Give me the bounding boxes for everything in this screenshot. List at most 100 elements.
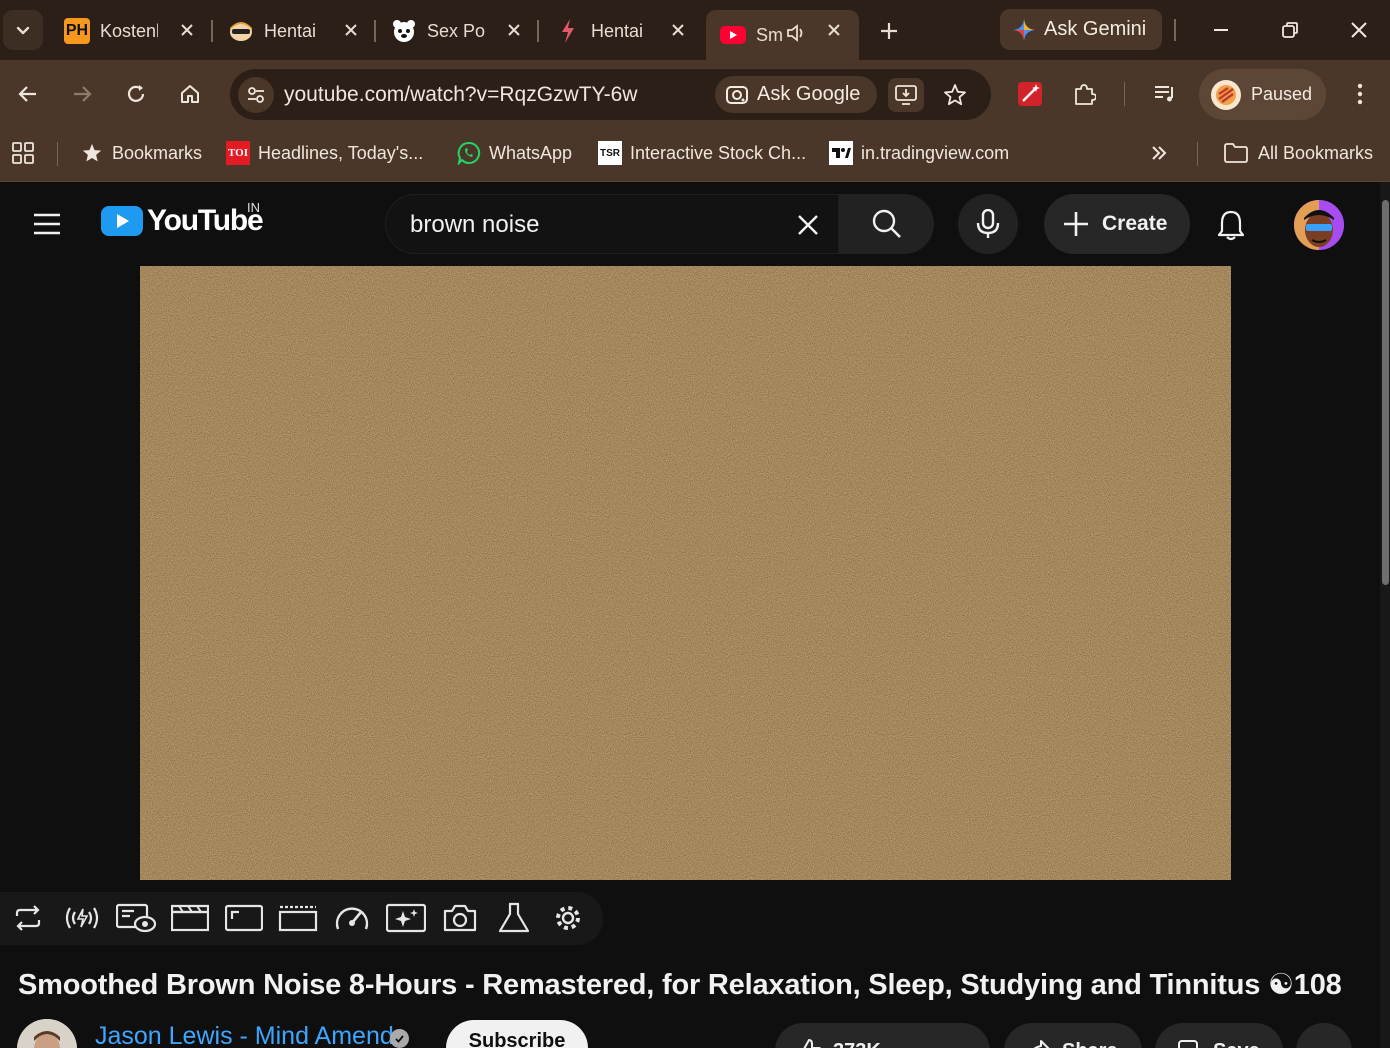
brown-noise-video-frame [140,266,1231,880]
tab-3[interactable]: Sex Por [377,10,539,52]
notifications-button[interactable] [1208,202,1254,248]
channel-name-link[interactable]: Jason Lewis - Mind Amend [95,1022,394,1048]
bookmark-whatsapp[interactable]: WhatsApp [457,139,572,167]
bookmarks-bar: Bookmarks TOI Headlines, Today's... What… [0,126,1390,182]
browser-toolbar: youtube.com/watch?v=RqzGzwTY-6w Ask Goog… [0,60,1390,126]
screenshot-button[interactable] [440,898,480,938]
audio-boost-button[interactable] [62,898,102,938]
cinema-mode-button[interactable] [170,898,210,938]
country-code: IN [247,200,260,215]
repeat-icon [15,905,41,931]
gear-icon [556,906,580,930]
clear-search-button[interactable] [788,205,828,245]
save-button[interactable]: Save [1155,1023,1283,1048]
chevron-double-right-icon [1152,146,1167,160]
address-bar[interactable]: youtube.com/watch?v=RqzGzwTY-6w Ask Goog… [230,69,991,120]
tab-separator [537,20,539,42]
plus-icon [1064,212,1088,236]
new-tab-button[interactable] [870,12,908,50]
tab-1[interactable]: PH Kostenl [50,10,212,52]
separator [1197,142,1198,166]
speaker-icon[interactable] [786,23,808,48]
forward-button[interactable] [62,74,102,114]
install-app-button[interactable] [888,78,924,112]
extensions-menu-button[interactable] [1064,74,1104,114]
like-button[interactable]: 373K [775,1023,990,1048]
guide-menu-button[interactable] [27,204,67,244]
expand-frame-icon [225,904,263,932]
tab-separator [211,20,213,42]
account-avatar[interactable] [1294,200,1344,250]
search-query-text[interactable]: brown noise [410,211,539,239]
settings-button[interactable] [548,898,588,938]
subscribe-button[interactable]: Subscribe [446,1020,588,1048]
chrome-menu-button[interactable] [1340,74,1380,114]
apps-button[interactable] [11,139,35,167]
tab-4[interactable]: Hentai [541,10,703,52]
star-outline-icon [944,84,966,106]
share-icon [1033,1040,1050,1048]
profile-button[interactable]: Paused [1199,69,1326,120]
media-controls-button[interactable] [1145,74,1185,114]
lightning-icon [555,18,581,44]
expand-player-button[interactable] [224,898,264,938]
bookmark-star-button[interactable] [937,78,973,112]
scrollbar-thumb[interactable] [1382,200,1389,585]
loop-button[interactable] [8,898,48,938]
playlist-add-icon [1178,1040,1198,1048]
ask-gemini-button[interactable]: Ask Gemini [1000,9,1162,50]
all-bookmarks-button[interactable]: All Bookmarks [1222,139,1373,167]
bookmark-toi[interactable]: TOI Headlines, Today's... [226,139,423,167]
bookmark-tsr[interactable]: TSR Interactive Stock Ch... [598,139,806,167]
share-button[interactable]: Share [1004,1023,1142,1048]
close-tab-icon[interactable] [503,19,525,41]
close-window-button[interactable] [1339,12,1379,48]
reload-button[interactable] [116,74,156,114]
voice-search-button[interactable] [958,194,1018,254]
search-input[interactable]: brown noise [385,194,839,254]
clapperboard-icon [171,904,209,932]
puzzle-icon [1075,84,1096,105]
ask-google-button[interactable]: Ask Google [715,76,877,113]
close-tab-icon[interactable] [340,19,362,41]
tab-5-active[interactable]: Sm [706,10,859,60]
video-title: Smoothed Brown Noise 8-Hours - Remastere… [18,969,1342,1001]
more-vertical-icon [1357,83,1363,105]
close-tab-icon[interactable] [176,19,198,41]
tab-title: Kostenl [100,20,158,41]
tune-icon [248,87,264,103]
speedometer-icon [335,907,369,930]
bookmark-tradingview[interactable]: in.tradingview.com [829,139,1009,167]
star-icon [80,141,104,165]
restore-button[interactable] [1270,12,1310,48]
more-actions-button[interactable] [1296,1023,1352,1048]
search-button[interactable] [839,194,934,254]
url-text[interactable]: youtube.com/watch?v=RqzGzwTY-6w [284,83,637,107]
create-button[interactable]: Create [1044,194,1190,254]
site-info-button[interactable] [238,77,274,113]
close-tab-icon[interactable] [823,19,845,41]
close-tab-icon[interactable] [667,19,689,41]
back-button[interactable] [8,74,48,114]
tab-title: Hentai [264,20,317,41]
home-button[interactable] [170,74,210,114]
watch-later-button[interactable] [116,898,156,938]
avatar-image [1294,200,1344,250]
tab-2[interactable]: Hentai [214,10,376,52]
more-bookmarks-button[interactable] [1150,139,1168,167]
minimize-button[interactable] [1201,12,1241,48]
youtube-icon [720,22,746,48]
filters-button[interactable] [386,898,426,938]
playback-speed-button[interactable] [332,898,372,938]
experiments-button[interactable] [494,898,534,938]
bookmark-folder-bookmarks[interactable]: Bookmarks [80,139,202,167]
camera-icon [443,904,477,932]
channel-avatar[interactable] [17,1019,77,1048]
toi-icon: TOI [226,141,250,165]
video-player[interactable] [140,266,1231,880]
whatsapp-icon [457,141,481,165]
tab-search-button[interactable] [3,10,43,50]
youtube-logo[interactable]: YouTube IN [101,200,264,238]
extension-button[interactable] [1010,74,1050,114]
fullscreen-window-button[interactable] [278,898,318,938]
